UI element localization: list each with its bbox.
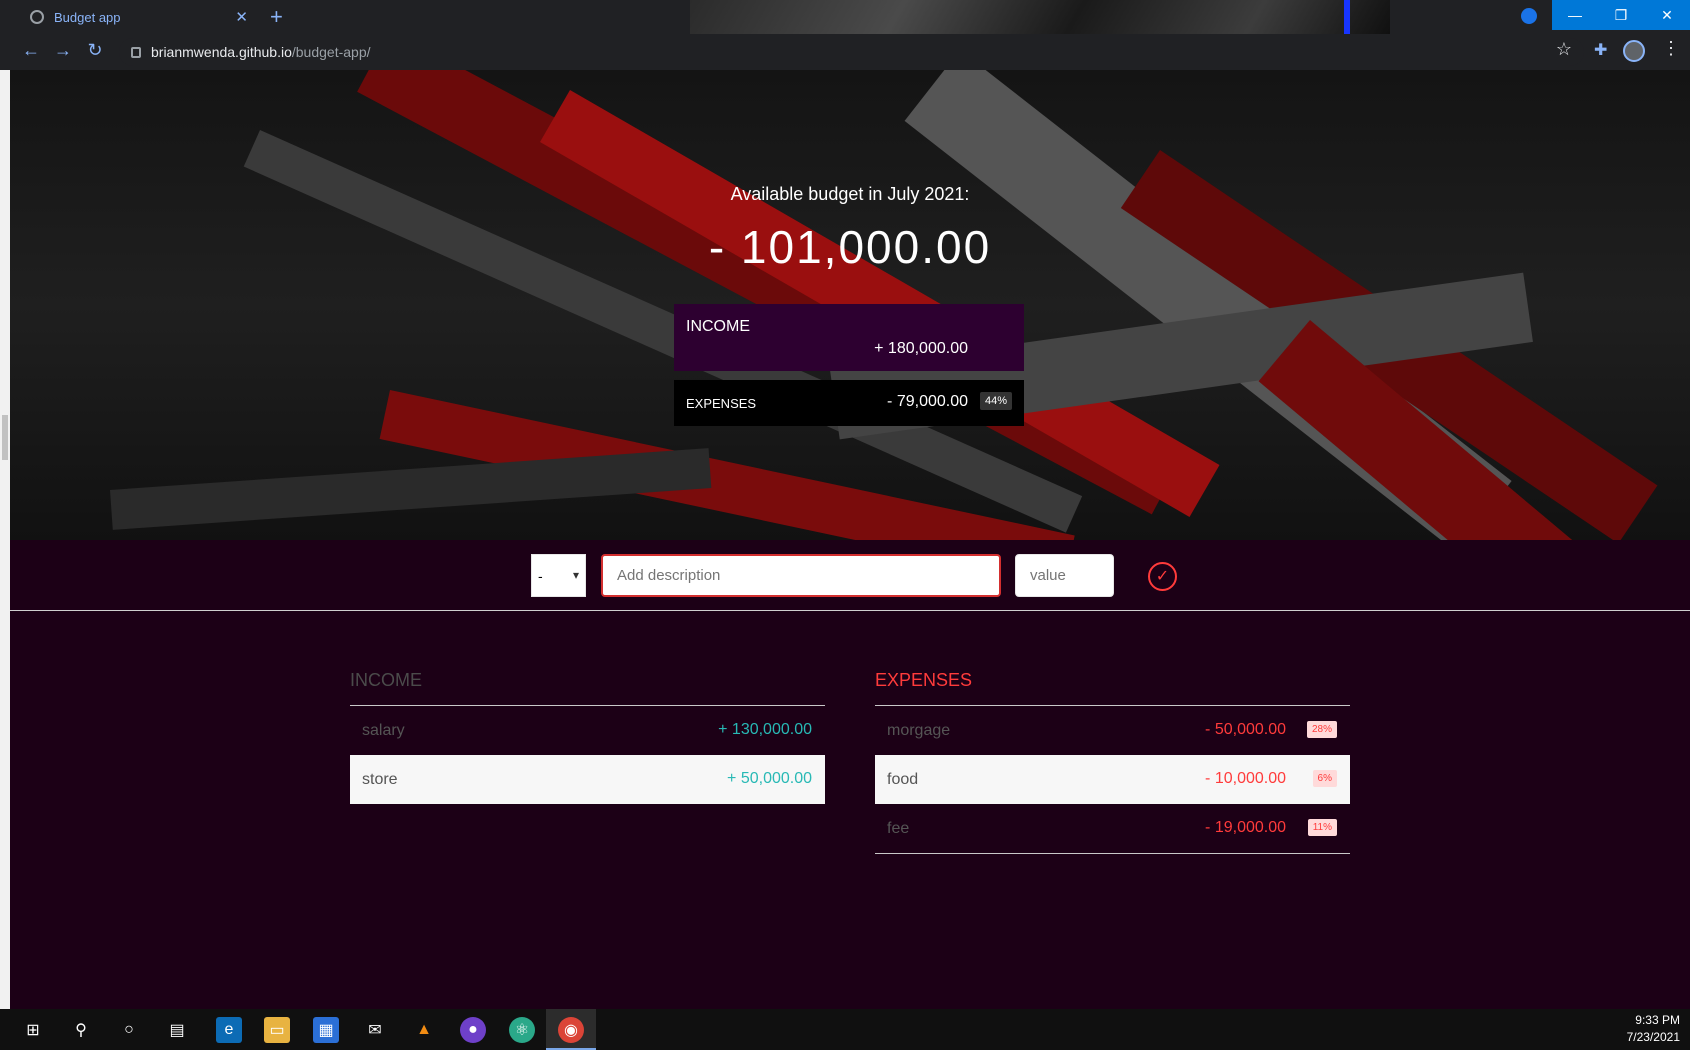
expenses-summary-value: - 79,000.00: [887, 393, 968, 410]
expenses-percentage-badge: 44%: [979, 392, 1012, 410]
add-button[interactable]: ✓: [1148, 562, 1177, 591]
windows-taskbar: ⊞ ⚲ ○ ▤ e ▭ ▦ ✉ ▲ ● ⚛ ◉ 9:33 PM 7/23/202…: [0, 1009, 1690, 1050]
cortana-icon[interactable]: ○: [116, 1017, 142, 1043]
expense-item-description: fee: [887, 819, 910, 837]
income-summary-label: INCOME: [686, 318, 750, 335]
bookmark-star-icon[interactable]: ☆: [1556, 39, 1572, 60]
expense-item-description: food: [887, 770, 919, 788]
type-select[interactable]: - ▾: [531, 554, 586, 597]
expense-item-value: - 19,000.00: [1205, 819, 1286, 836]
tabbar-background: [690, 0, 1390, 34]
expense-item-value: - 10,000.00: [1205, 770, 1286, 787]
clock-date: 7/23/2021: [1626, 1030, 1680, 1044]
profile-avatar[interactable]: [1623, 40, 1645, 62]
browser-toolbar: ← → ↻ brianmwenda.github.io /budget-app/…: [0, 34, 1690, 70]
expense-item-value: - 50,000.00: [1205, 721, 1286, 738]
expenses-list-title: EXPENSES: [875, 670, 1350, 706]
income-item[interactable]: store + 50,000.00: [350, 755, 825, 804]
hero-content: Available budget in July 2021: - 101,000…: [10, 70, 1690, 540]
download-indicator-icon[interactable]: [1521, 8, 1537, 24]
expense-percentage-badge: 6%: [1312, 770, 1337, 787]
atom-editor-icon[interactable]: ⚛: [509, 1017, 535, 1043]
minimize-button[interactable]: —: [1552, 0, 1598, 30]
tab-title: Budget app: [54, 9, 121, 25]
mail-icon[interactable]: ✉: [362, 1017, 388, 1043]
type-select-value: -: [538, 567, 543, 584]
hero-section: Available budget in July 2021: - 101,000…: [10, 70, 1690, 540]
github-desktop-icon[interactable]: ●: [460, 1017, 486, 1043]
income-item-value: + 130,000.00: [718, 721, 812, 738]
expense-item[interactable]: morgage - 50,000.00 28%: [875, 706, 1350, 755]
lock-icon: [131, 46, 141, 58]
globe-icon: [30, 10, 44, 24]
decorative-strip: [1344, 0, 1350, 34]
add-item-bar: - ▾ ✓: [10, 540, 1690, 611]
clock-time: 9:33 PM: [1635, 1013, 1680, 1027]
check-circle-icon: ✓: [1155, 568, 1170, 585]
microsoft-store-icon[interactable]: ▦: [313, 1017, 339, 1043]
expenses-summary-label: EXPENSES: [686, 396, 757, 411]
income-summary: INCOME + 180,000.00: [674, 304, 1024, 371]
vertical-scrollbar[interactable]: [0, 70, 10, 1009]
close-window-button[interactable]: ✕: [1644, 0, 1690, 30]
expense-percentage-badge: 28%: [1306, 721, 1337, 738]
scrollbar-thumb[interactable]: [2, 415, 8, 460]
expenses-list: EXPENSES morgage - 50,000.00 28% food - …: [875, 670, 1350, 854]
search-icon[interactable]: ⚲: [68, 1017, 94, 1043]
restore-button[interactable]: ❐: [1598, 0, 1644, 30]
reload-icon[interactable]: ↻: [83, 40, 107, 61]
value-input[interactable]: [1015, 554, 1114, 597]
income-item-description: salary: [362, 721, 405, 739]
budget-title: Available budget in July 2021:: [730, 184, 970, 204]
extensions-puzzle-icon[interactable]: ✚: [1594, 40, 1607, 60]
windows-start-icon[interactable]: ⊞: [20, 1017, 46, 1043]
url-host: brianmwenda.github.io: [151, 44, 292, 60]
system-clock[interactable]: 9:33 PM 7/23/2021: [1627, 1012, 1680, 1046]
tab-close-icon[interactable]: ✕: [235, 8, 248, 26]
expense-percentage-badge: 11%: [1307, 819, 1337, 836]
new-tab-button[interactable]: +: [270, 4, 283, 30]
income-summary-value: + 180,000.00: [874, 340, 968, 357]
income-item[interactable]: salary + 130,000.00: [350, 706, 825, 755]
browser-tab[interactable]: Budget app ✕: [12, 0, 260, 34]
budget-app-page: Available budget in July 2021: - 101,000…: [10, 70, 1690, 1009]
expense-item-description: morgage: [887, 721, 951, 739]
back-arrow-icon[interactable]: ←: [19, 40, 43, 61]
file-explorer-icon[interactable]: ▭: [264, 1017, 290, 1043]
address-bar[interactable]: brianmwenda.github.io /budget-app/: [119, 38, 1584, 66]
description-input[interactable]: [601, 554, 1001, 597]
income-list-title: INCOME: [350, 670, 825, 706]
menu-kebab-icon[interactable]: ⋮: [1662, 38, 1680, 59]
chevron-down-icon: ▾: [572, 568, 579, 582]
browser-tab-bar: Budget app ✕ + — ❐ ✕: [0, 0, 1690, 34]
chrome-icon[interactable]: ◉: [558, 1017, 584, 1043]
income-list: INCOME salary + 130,000.00 store + 50,00…: [350, 670, 825, 804]
url-path: /budget-app/: [291, 44, 371, 60]
expense-item[interactable]: food - 10,000.00 6%: [875, 755, 1350, 804]
income-item-description: store: [362, 770, 398, 788]
expense-item[interactable]: fee - 19,000.00 11%: [875, 804, 1350, 853]
vlc-icon[interactable]: ▲: [411, 1017, 437, 1043]
budget-value: - 101,000.00: [708, 221, 992, 273]
expenses-summary: EXPENSES - 79,000.00 44%: [674, 380, 1024, 426]
income-item-value: + 50,000.00: [727, 770, 812, 787]
task-view-icon[interactable]: ▤: [164, 1017, 190, 1043]
forward-arrow-icon[interactable]: →: [51, 40, 75, 61]
edge-browser-icon[interactable]: e: [216, 1017, 242, 1043]
